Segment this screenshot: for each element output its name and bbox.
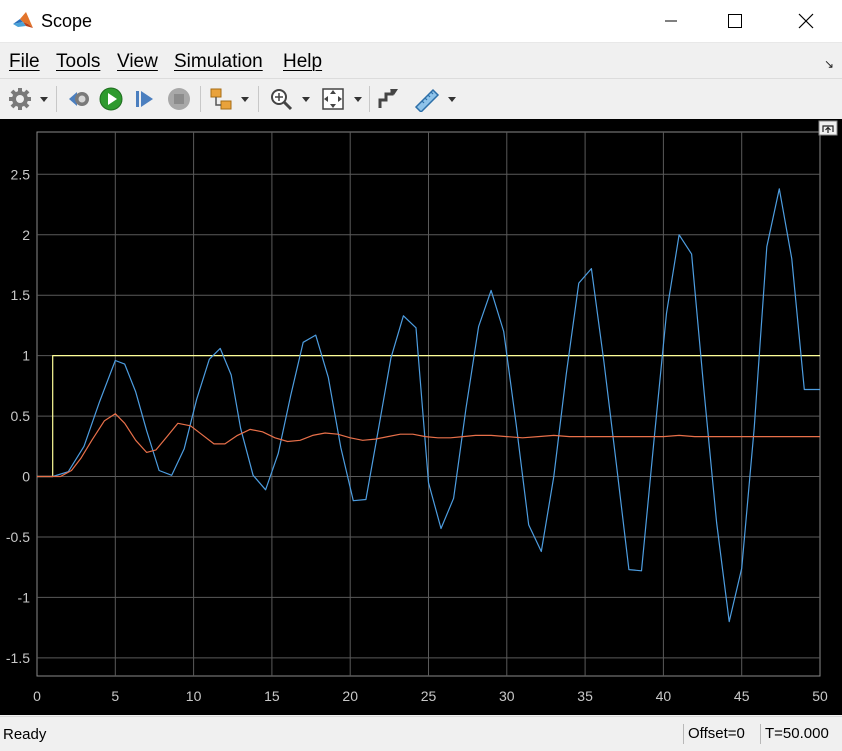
zoom-button[interactable] <box>267 85 295 113</box>
step-forward-button[interactable] <box>131 85 159 113</box>
settings-button[interactable] <box>6 85 34 113</box>
title-bar: Scope <box>0 0 842 43</box>
toolbar-separator <box>200 86 201 112</box>
stop-button[interactable] <box>165 85 193 113</box>
measurements-button[interactable] <box>412 85 442 113</box>
y-tick-label: 2.5 <box>11 166 31 182</box>
zoom-icon <box>271 89 293 111</box>
close-icon <box>798 13 814 29</box>
data-cursor-button[interactable] <box>375 85 403 113</box>
status-text: Ready <box>3 726 47 743</box>
stop-icon <box>168 88 190 110</box>
menu-tools[interactable]: Tools <box>56 51 100 73</box>
close-button[interactable] <box>783 0 829 42</box>
scope-chart[interactable]: 0 5 10 15 20 25 30 35 40 45 50 -1.5 -1 -0.5 0 0.5 1 1.5 2 2… <box>0 119 842 715</box>
toolbar-separator <box>258 86 259 112</box>
run-button[interactable] <box>97 85 125 113</box>
menu-simulation[interactable]: Simulation <box>174 51 263 73</box>
y-tick-label: -1.5 <box>6 650 30 666</box>
scope-plot-panel[interactable]: 0 5 10 15 20 25 30 35 40 45 50 -1.5 -1 -0.5 0 0.5 1 1.5 2 2… <box>0 119 842 715</box>
y-tick-label: 1.5 <box>11 287 31 303</box>
zoom-dropdown-caret[interactable] <box>302 97 310 102</box>
toolbar-separator <box>56 86 57 112</box>
window-title: Scope <box>41 11 93 31</box>
run-icon <box>99 87 123 111</box>
settings-dropdown-caret[interactable] <box>40 97 48 102</box>
y-tick-label: 0 <box>22 469 30 485</box>
data-cursor-icon <box>378 89 398 108</box>
undock-button[interactable] <box>818 120 838 136</box>
autoscale-icon <box>322 88 344 110</box>
maximize-icon <box>728 14 742 28</box>
settings-gear-icon <box>9 88 31 110</box>
x-tick-label: 45 <box>734 688 750 704</box>
maximize-button[interactable] <box>712 0 758 42</box>
highlight-block-icon <box>210 88 232 110</box>
autoscale-button[interactable] <box>319 85 347 113</box>
toolbar <box>0 78 842 120</box>
step-forward-icon <box>136 91 153 107</box>
step-back-icon <box>69 92 89 106</box>
menu-file[interactable]: File <box>9 51 40 73</box>
status-bar: Ready Offset=0 T=50.000 <box>0 716 842 751</box>
x-tick-label: 25 <box>421 688 437 704</box>
x-tick-label: 30 <box>499 688 515 704</box>
x-tick-label: 50 <box>812 688 828 704</box>
toolbar-separator <box>369 86 370 112</box>
y-tick-label: 2 <box>22 227 30 243</box>
x-tick-label: 10 <box>186 688 202 704</box>
y-tick-label: 1 <box>22 348 30 364</box>
matlab-logo-icon <box>13 12 33 28</box>
x-tick-label: 35 <box>577 688 593 704</box>
minimize-button[interactable] <box>648 0 694 42</box>
dock-arrow-icon[interactable]: ↘ <box>824 57 834 71</box>
x-tick-label: 40 <box>656 688 672 704</box>
y-tick-label: -1 <box>18 589 31 605</box>
status-time: T=50.000 <box>760 724 829 744</box>
x-tick-label: 5 <box>111 688 119 704</box>
minimize-icon <box>665 20 677 22</box>
highlight-dropdown-caret[interactable] <box>241 97 249 102</box>
menu-bar: File Tools View Simulation Help ↘ <box>0 43 842 77</box>
highlight-block-button[interactable] <box>207 85 235 113</box>
step-back-button[interactable] <box>64 85 92 113</box>
measurements-icon <box>414 88 440 112</box>
status-offset: Offset=0 <box>683 724 745 744</box>
autoscale-dropdown-caret[interactable] <box>354 97 362 102</box>
menu-help[interactable]: Help <box>283 51 322 73</box>
x-tick-label: 20 <box>342 688 358 704</box>
menu-view[interactable]: View <box>117 51 158 73</box>
x-tick-label: 15 <box>264 688 280 704</box>
y-tick-label: 0.5 <box>11 408 31 424</box>
y-tick-label: -0.5 <box>6 529 30 545</box>
measurements-dropdown-caret[interactable] <box>448 97 456 102</box>
x-tick-label: 0 <box>33 688 41 704</box>
